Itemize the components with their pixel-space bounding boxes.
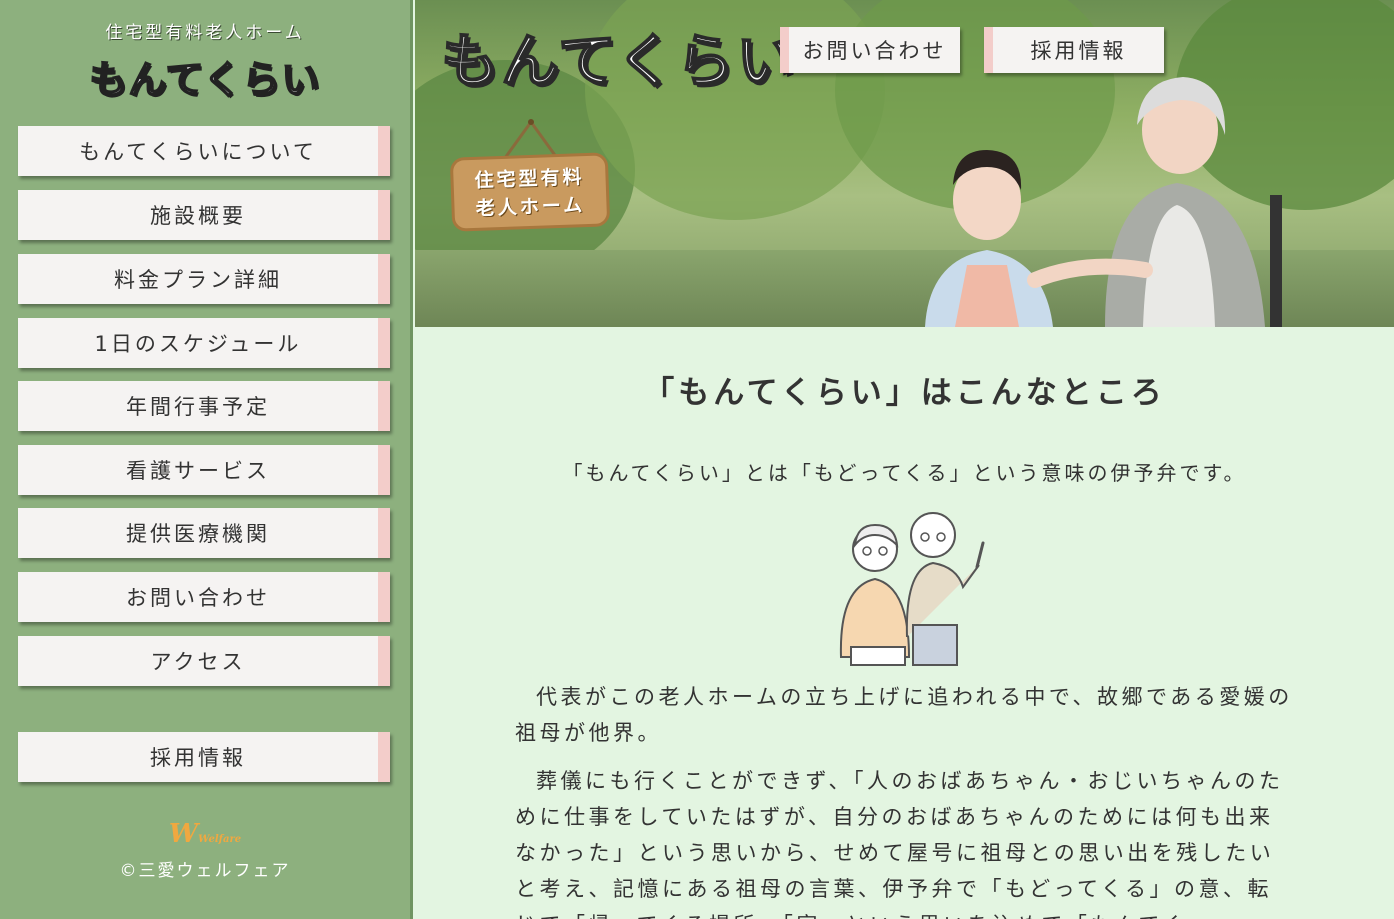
sidebar-footer: WWelfare ©三愛ウェルフェア (0, 820, 410, 881)
section-title: 「もんてくらい」はこんなところ (643, 375, 1166, 411)
menu-item-contact[interactable]: お問い合わせ (18, 572, 390, 622)
sidebar-logo-subtitle: 住宅型有料老人ホーム (105, 23, 305, 43)
copyright: ©三愛ウェルフェア (119, 861, 291, 881)
hero-banner: もんてくらい お問い合わせ 採用情報 住宅型有料 老人ホーム (415, 0, 1394, 327)
main-content: 「もんてくらい」はこんなところ 「もんてくらい」とは「もどってくる」という意味の… (415, 327, 1394, 919)
wooden-sign: 住宅型有料 老人ホーム (449, 152, 611, 232)
contact-button[interactable]: お問い合わせ (780, 27, 960, 73)
menu-item-pricing[interactable]: 料金プラン詳細 (18, 254, 390, 304)
menu-item-nursing[interactable]: 看護サービス (18, 445, 390, 495)
menu-item-events[interactable]: 年間行事予定 (18, 381, 390, 431)
menu-item-facility[interactable]: 施設概要 (18, 190, 390, 240)
menu-item-about[interactable]: もんてくらいについて (18, 126, 390, 176)
caregiver-photo (925, 77, 1282, 327)
sign-line-2: 老人ホーム (475, 194, 586, 220)
lead-text: 「もんてくらい」とは「もどってくる」という意味の伊予弁です。 (562, 461, 1247, 485)
menu-item-schedule[interactable]: 1日のスケジュール (18, 318, 390, 368)
body-text: 代表がこの老人ホームの立ち上げに追われる中で、故郷である愛媛の祖母が他界。 葬儀… (515, 679, 1295, 919)
recruit-button[interactable]: 採用情報 (984, 27, 1164, 73)
welfare-logo: WWelfare (168, 819, 242, 849)
elderly-couple-illustration (839, 512, 985, 666)
paragraph: 葬儀にも行くことができず、「人のおばあちゃん・おじいちゃんのために仕事をしていた… (515, 769, 1284, 919)
menu-item-recruit[interactable]: 採用情報 (18, 732, 390, 782)
sidebar: 住宅型有料老人ホーム もんてくらい もんてくらいについて 施設概要 料金プラン詳… (0, 0, 413, 919)
sidebar-logo[interactable]: 住宅型有料老人ホーム もんてくらい (0, 18, 410, 104)
paragraph: 代表がこの老人ホームの立ち上げに追われる中で、故郷である愛媛の祖母が他界。 (515, 685, 1293, 745)
menu-item-medical[interactable]: 提供医療機関 (18, 508, 390, 558)
menu-item-access[interactable]: アクセス (18, 636, 390, 686)
hero-logo[interactable]: もんてくらい (440, 14, 796, 98)
sidebar-logo-title: もんてくらい (89, 56, 321, 103)
